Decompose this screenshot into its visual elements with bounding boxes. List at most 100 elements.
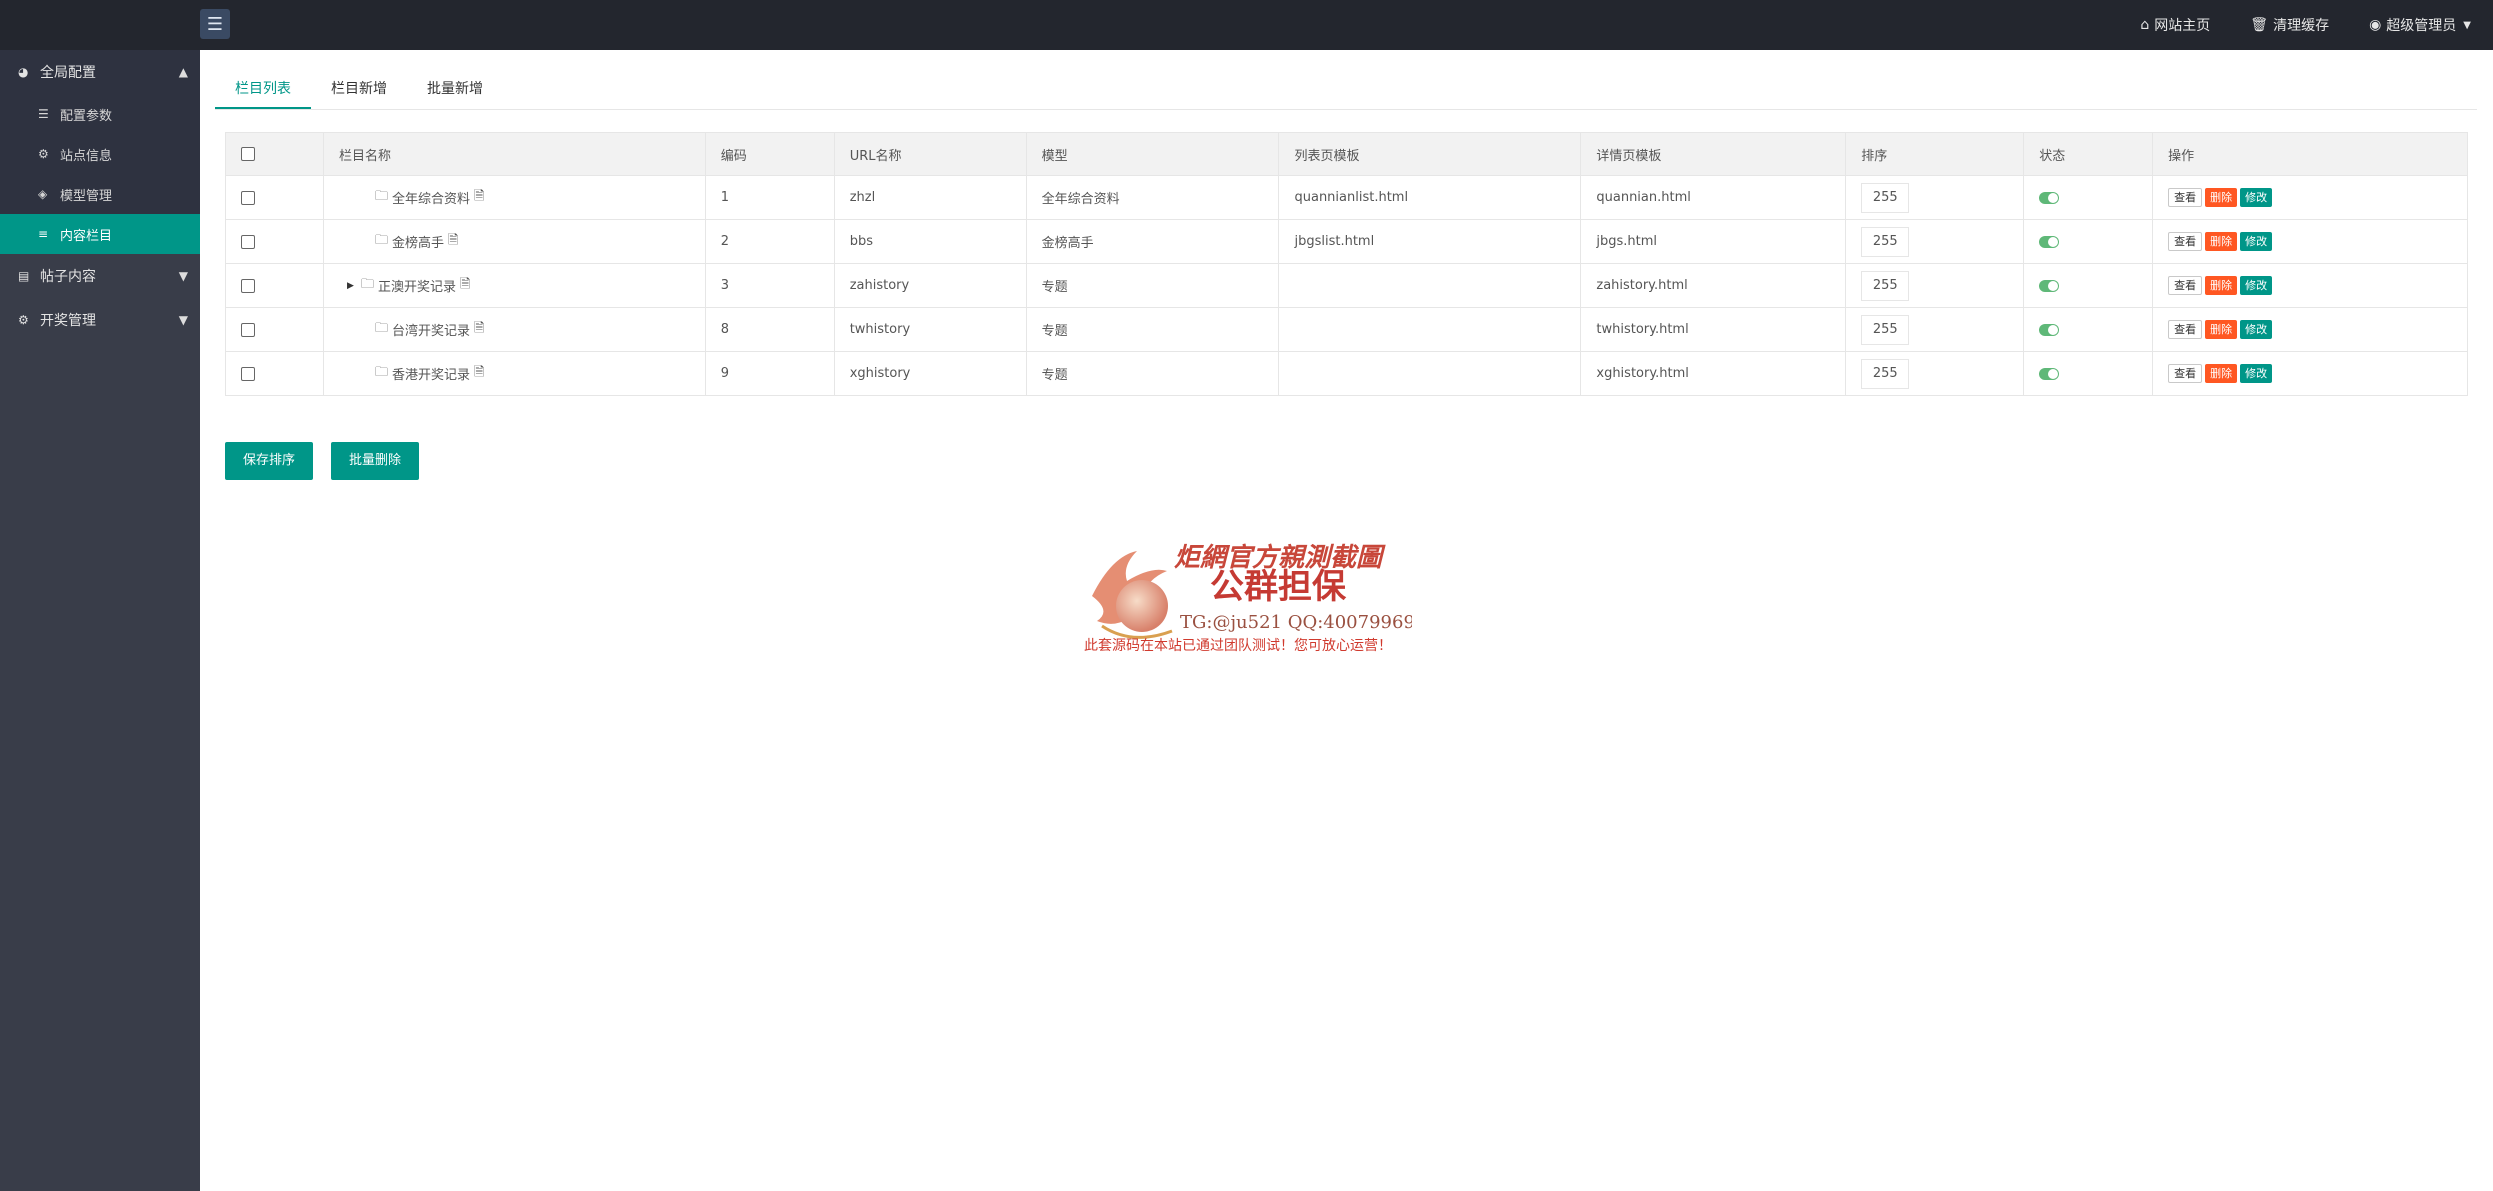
document-icon: 🗎 xyxy=(473,188,485,204)
document-icon: 🗎 xyxy=(459,276,471,292)
row-model: 专题 xyxy=(1025,307,1280,352)
expand-triangle-icon[interactable]: ▶ xyxy=(347,281,357,291)
folder-icon: 🗀 xyxy=(374,188,388,204)
row-model: 金榜高手 xyxy=(1025,219,1280,264)
status-toggle[interactable] xyxy=(2039,191,2060,204)
trash-icon: 🗑 xyxy=(2250,17,2269,33)
view-button[interactable]: 查看 xyxy=(2168,232,2203,251)
edit-button[interactable]: 修改 xyxy=(2240,364,2273,383)
sidebar-item-label: 配置参数 xyxy=(60,108,113,124)
sidebar-group-global-config[interactable]: ◕ 全局配置 ▲ xyxy=(0,50,200,94)
row-checkbox[interactable] xyxy=(241,322,255,337)
view-button[interactable]: 查看 xyxy=(2168,320,2203,339)
edit-button[interactable]: 修改 xyxy=(2240,232,2273,251)
view-button[interactable]: 查看 xyxy=(2168,276,2203,295)
row-name: 香港开奖记录 xyxy=(391,368,470,383)
delete-button[interactable]: 删除 xyxy=(2205,276,2238,295)
site-home-link[interactable]: ⌂ 网站主页 xyxy=(2140,15,2210,35)
folder-icon: 🗀 xyxy=(374,364,388,380)
sidebar-item-content-columns[interactable]: ≡ 内容栏目 xyxy=(0,214,200,254)
batch-delete-button[interactable]: 批量删除 xyxy=(331,442,420,480)
sort-input[interactable] xyxy=(1861,358,1910,389)
cube-icon: ◈ xyxy=(38,187,48,201)
view-button[interactable]: 查看 xyxy=(2168,364,2203,383)
home-icon: ⌂ xyxy=(2140,17,2150,33)
document-icon: ▤ xyxy=(18,269,30,283)
sidebar-item-label: 模型管理 xyxy=(60,188,113,204)
table-row: 🗀 香港开奖记录 🗎 9 xghistory 专题 xghistory.html… xyxy=(225,351,2468,396)
delete-button[interactable]: 删除 xyxy=(2205,188,2238,207)
row-name: 全年综合资料 xyxy=(391,192,470,207)
delete-button[interactable]: 删除 xyxy=(2205,320,2238,339)
clear-cache-link[interactable]: 🗑 清理缓存 xyxy=(2250,15,2329,35)
status-toggle[interactable] xyxy=(2039,323,2060,336)
row-code: 1 xyxy=(704,175,835,220)
status-toggle[interactable] xyxy=(2039,279,2060,292)
sidebar-item-config-params[interactable]: ☰ 配置参数 xyxy=(0,94,200,134)
sidebar-item-model-manage[interactable]: ◈ 模型管理 xyxy=(0,174,200,214)
folder-icon: 🗀 xyxy=(374,320,388,336)
list-icon: ≡ xyxy=(38,227,49,241)
edit-button[interactable]: 修改 xyxy=(2240,320,2273,339)
tab-column-list[interactable]: 栏目列表 xyxy=(215,70,311,109)
sidebar-group-lottery-manage[interactable]: ⚙ 开奖管理 ▼ xyxy=(0,298,200,342)
row-name: 台湾开奖记录 xyxy=(391,324,470,339)
admin-user-menu[interactable]: ◉ 超级管理员 ▼ xyxy=(2369,15,2471,35)
row-detail-template: twhistory.html xyxy=(1580,307,1847,352)
site-home-label: 网站主页 xyxy=(2154,18,2211,34)
caret-down-icon: ▼ xyxy=(178,269,188,283)
row-detail-template: xghistory.html xyxy=(1580,351,1847,396)
view-button[interactable]: 查看 xyxy=(2168,188,2203,207)
sort-input[interactable] xyxy=(1861,314,1910,345)
row-model: 专题 xyxy=(1025,351,1280,396)
row-name: 金榜高手 xyxy=(391,236,444,251)
tab-batch-add[interactable]: 批量新增 xyxy=(407,70,503,108)
watermark-line4: 此套源码在本站已通过团队测试！您可放心运营！ xyxy=(1084,637,1392,654)
row-detail-template: quannian.html xyxy=(1580,175,1847,220)
save-sort-button[interactable]: 保存排序 xyxy=(225,442,314,480)
select-all-checkbox[interactable] xyxy=(241,147,255,161)
row-checkbox[interactable] xyxy=(241,234,255,249)
sort-input[interactable] xyxy=(1861,182,1910,213)
row-url: zhzl xyxy=(833,175,1027,220)
status-toggle[interactable] xyxy=(2039,367,2060,380)
table-row: 🗀 台湾开奖记录 🗎 8 twhistory 专题 twhistory.html… xyxy=(225,307,2468,352)
tab-column-add[interactable]: 栏目新增 xyxy=(311,70,407,108)
header-detail-template: 详情页模板 xyxy=(1580,132,1847,176)
header-code: 编码 xyxy=(704,132,835,176)
edit-button[interactable]: 修改 xyxy=(2240,188,2273,207)
row-list-template xyxy=(1278,307,1582,352)
folder-icon: 🗀 xyxy=(374,232,388,248)
tab-bar: 栏目列表 栏目新增 批量新增 xyxy=(215,70,2477,110)
status-toggle[interactable] xyxy=(2039,235,2060,248)
sliders-icon: ☰ xyxy=(38,107,49,121)
edit-button[interactable]: 修改 xyxy=(2240,276,2273,295)
row-checkbox[interactable] xyxy=(241,366,255,381)
clear-cache-label: 清理缓存 xyxy=(2273,18,2330,34)
delete-button[interactable]: 删除 xyxy=(2205,232,2238,251)
row-code: 2 xyxy=(704,219,835,264)
row-code: 3 xyxy=(704,263,835,308)
admin-user-label: 超级管理员 xyxy=(2386,18,2457,34)
watermark: 炬網官方親測截圖 公群担保 TG:@ju521 QQ:40079969 此套源码… xyxy=(1084,543,1412,654)
row-checkbox[interactable] xyxy=(241,278,255,293)
document-icon: 🗎 xyxy=(473,364,485,380)
hamburger-icon[interactable]: ☰ xyxy=(200,9,230,39)
sidebar-group-post-content[interactable]: ▤ 帖子内容 ▼ xyxy=(0,254,200,298)
column-table: 栏目名称 编码 URL名称 模型 列表页模板 详情页模板 排序 状态 操作 🗀 … xyxy=(225,132,2468,396)
row-list-template: quannianlist.html xyxy=(1278,175,1582,220)
row-checkbox[interactable] xyxy=(241,190,255,205)
row-list-template xyxy=(1278,351,1582,396)
user-icon: ◉ xyxy=(2369,17,2382,33)
header-model: 模型 xyxy=(1025,132,1280,176)
header-sort: 排序 xyxy=(1845,132,2025,176)
caret-down-icon: ▼ xyxy=(2463,19,2471,31)
table-row: ▶ 🗀 正澳开奖记录 🗎 3 zahistory 专题 zahistory.ht… xyxy=(225,263,2468,308)
watermark-line3: TG:@ju521 QQ:40079969 xyxy=(1180,612,1412,633)
sort-input[interactable] xyxy=(1861,226,1910,257)
row-code: 9 xyxy=(704,351,835,396)
watermark-line2: 公群担保 xyxy=(1210,567,1347,607)
sidebar-item-site-info[interactable]: ⚙ 站点信息 xyxy=(0,134,200,174)
delete-button[interactable]: 删除 xyxy=(2205,364,2238,383)
sort-input[interactable] xyxy=(1861,270,1910,301)
